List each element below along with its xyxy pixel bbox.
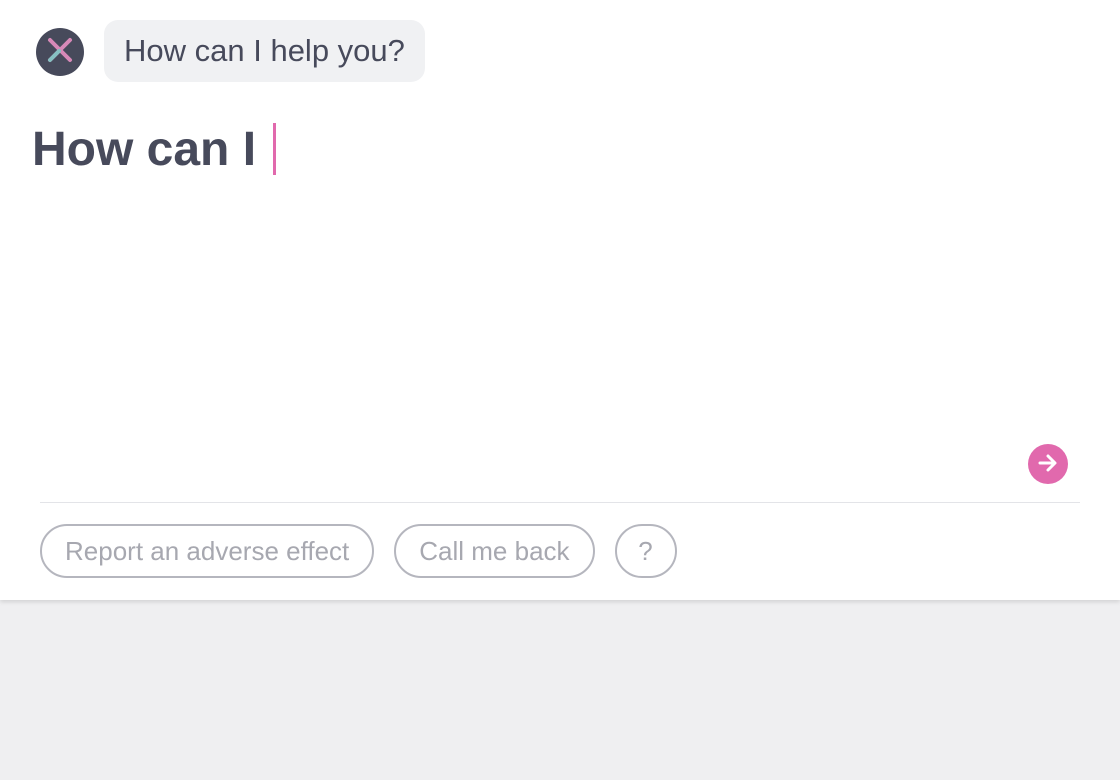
typed-text: How can I bbox=[32, 122, 270, 176]
message-input[interactable]: How can I bbox=[32, 118, 277, 180]
report-adverse-effect-chip[interactable]: Report an adverse effect bbox=[40, 524, 375, 578]
help-chip[interactable]: ? bbox=[614, 524, 677, 578]
chat-panel: How can I help you? How can I Report an … bbox=[0, 0, 1120, 600]
bot-message-bubble: How can I help you? bbox=[104, 20, 425, 82]
send-button[interactable] bbox=[1028, 444, 1068, 484]
text-caret bbox=[273, 123, 277, 175]
arrow-right-icon bbox=[1037, 452, 1059, 477]
logo-x-icon bbox=[46, 36, 74, 69]
bot-avatar bbox=[36, 28, 84, 76]
divider bbox=[40, 502, 1080, 503]
quick-replies: Report an adverse effect Call me back ? bbox=[40, 524, 677, 578]
call-me-back-chip[interactable]: Call me back bbox=[394, 524, 595, 578]
